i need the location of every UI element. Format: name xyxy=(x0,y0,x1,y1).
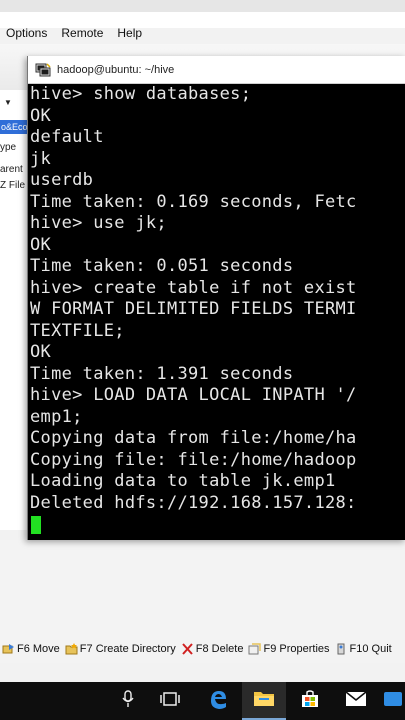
file-explorer-button[interactable] xyxy=(242,682,286,720)
menu-help[interactable]: Help xyxy=(111,26,142,40)
terminal-titlebar[interactable]: hadoop@ubuntu: ~/hive xyxy=(28,56,405,84)
f7-label: F7 Create Directory xyxy=(79,643,176,655)
terminal-line: W FORMAT DELIMITED FIELDS TERMI xyxy=(30,299,357,319)
terminal-cursor xyxy=(31,516,41,534)
terminal-line: OK xyxy=(30,105,52,126)
terminal-line: hive> use jk; xyxy=(30,213,167,233)
background-app-lower-area xyxy=(0,540,405,635)
terminal-line: Loading data to table jk.emp1 xyxy=(30,471,336,491)
properties-icon xyxy=(248,643,262,655)
putty-icon xyxy=(35,62,51,77)
panel-label-parent: arent xyxy=(0,164,23,175)
terminal-window[interactable]: hadoop@ubuntu: ~/hive hive> show databas… xyxy=(27,56,405,540)
terminal-line: OK xyxy=(30,234,52,255)
terminal-line: Deleted hdfs://192.168.157.128: xyxy=(30,492,357,513)
f6-label: F6 Move xyxy=(17,643,60,655)
store-icon xyxy=(300,689,320,714)
windows-taskbar xyxy=(0,682,405,720)
panel-label-type: ype xyxy=(0,142,17,153)
folder-icon xyxy=(65,643,78,655)
terminal-line: emp1; xyxy=(30,406,83,427)
f10-label: F10 Quit xyxy=(349,643,392,655)
file-explorer-icon xyxy=(253,689,275,712)
edge-icon xyxy=(207,688,229,715)
terminal-line: Time taken: 0.051 seconds xyxy=(30,256,294,276)
menu-remote[interactable]: Remote xyxy=(55,26,103,40)
task-view-icon xyxy=(160,691,180,712)
f8-label: F8 Delete xyxy=(195,643,244,655)
mail-icon xyxy=(345,690,367,712)
terminal-line: hive> create table if not exist xyxy=(30,277,357,298)
move-icon xyxy=(2,643,15,655)
f8-delete-button[interactable]: F8 Delete xyxy=(179,643,244,655)
f10-quit-button[interactable]: F10 Quit xyxy=(333,643,392,655)
menu-options[interactable]: Options xyxy=(0,26,47,40)
terminal-line: hive> LOAD DATA LOCAL INPATH '/ xyxy=(30,385,357,405)
panel-label-file: Z File xyxy=(0,180,25,191)
terminal-line: userdb xyxy=(30,170,94,190)
terminal-line: OK xyxy=(30,342,52,362)
background-app-titlebar xyxy=(0,0,405,12)
f9-properties-button[interactable]: F9 Properties xyxy=(246,643,330,655)
terminal-line: Copying data from file:/home/ha xyxy=(30,428,357,448)
terminal-output[interactable]: hive> show databases; OK default jk user… xyxy=(29,84,405,540)
terminal-line: Time taken: 0.169 seconds, Fetc xyxy=(30,191,357,212)
background-menubar: Options Remote Help xyxy=(0,22,405,44)
microphone-icon xyxy=(122,689,134,713)
terminal-line: TEXTFILE; xyxy=(30,320,125,341)
terminal-line: Time taken: 1.391 seconds xyxy=(30,363,294,384)
window-title: hadoop@ubuntu: ~/hive xyxy=(57,63,175,76)
quit-icon xyxy=(335,643,348,655)
background-file-panel: ▼ o&Eco ype arent Z File xyxy=(0,90,30,530)
delete-icon xyxy=(181,643,194,655)
f9-label: F9 Properties xyxy=(263,643,330,655)
app-button[interactable] xyxy=(380,682,405,720)
terminal-line: Copying file: file:/home/hadoop xyxy=(30,449,357,470)
terminal-line: hive> show databases; xyxy=(30,84,252,104)
f7-create-directory-button[interactable]: F7 Create Directory xyxy=(63,643,176,655)
microphone-button[interactable] xyxy=(110,682,146,720)
terminal-line: jk xyxy=(30,148,52,169)
function-key-bar: F6 Move F7 Create Directory F8 Delete F9… xyxy=(0,635,405,663)
edge-button[interactable] xyxy=(196,682,240,720)
task-view-button[interactable] xyxy=(148,682,192,720)
selected-path-chip[interactable]: o&Eco xyxy=(0,120,29,134)
f6-move-button[interactable]: F6 Move xyxy=(0,643,60,655)
store-button[interactable] xyxy=(288,682,332,720)
mail-button[interactable] xyxy=(334,682,378,720)
terminal-line: default xyxy=(30,127,104,147)
chevron-down-icon: ▼ xyxy=(4,98,12,107)
app-icon xyxy=(383,689,403,714)
